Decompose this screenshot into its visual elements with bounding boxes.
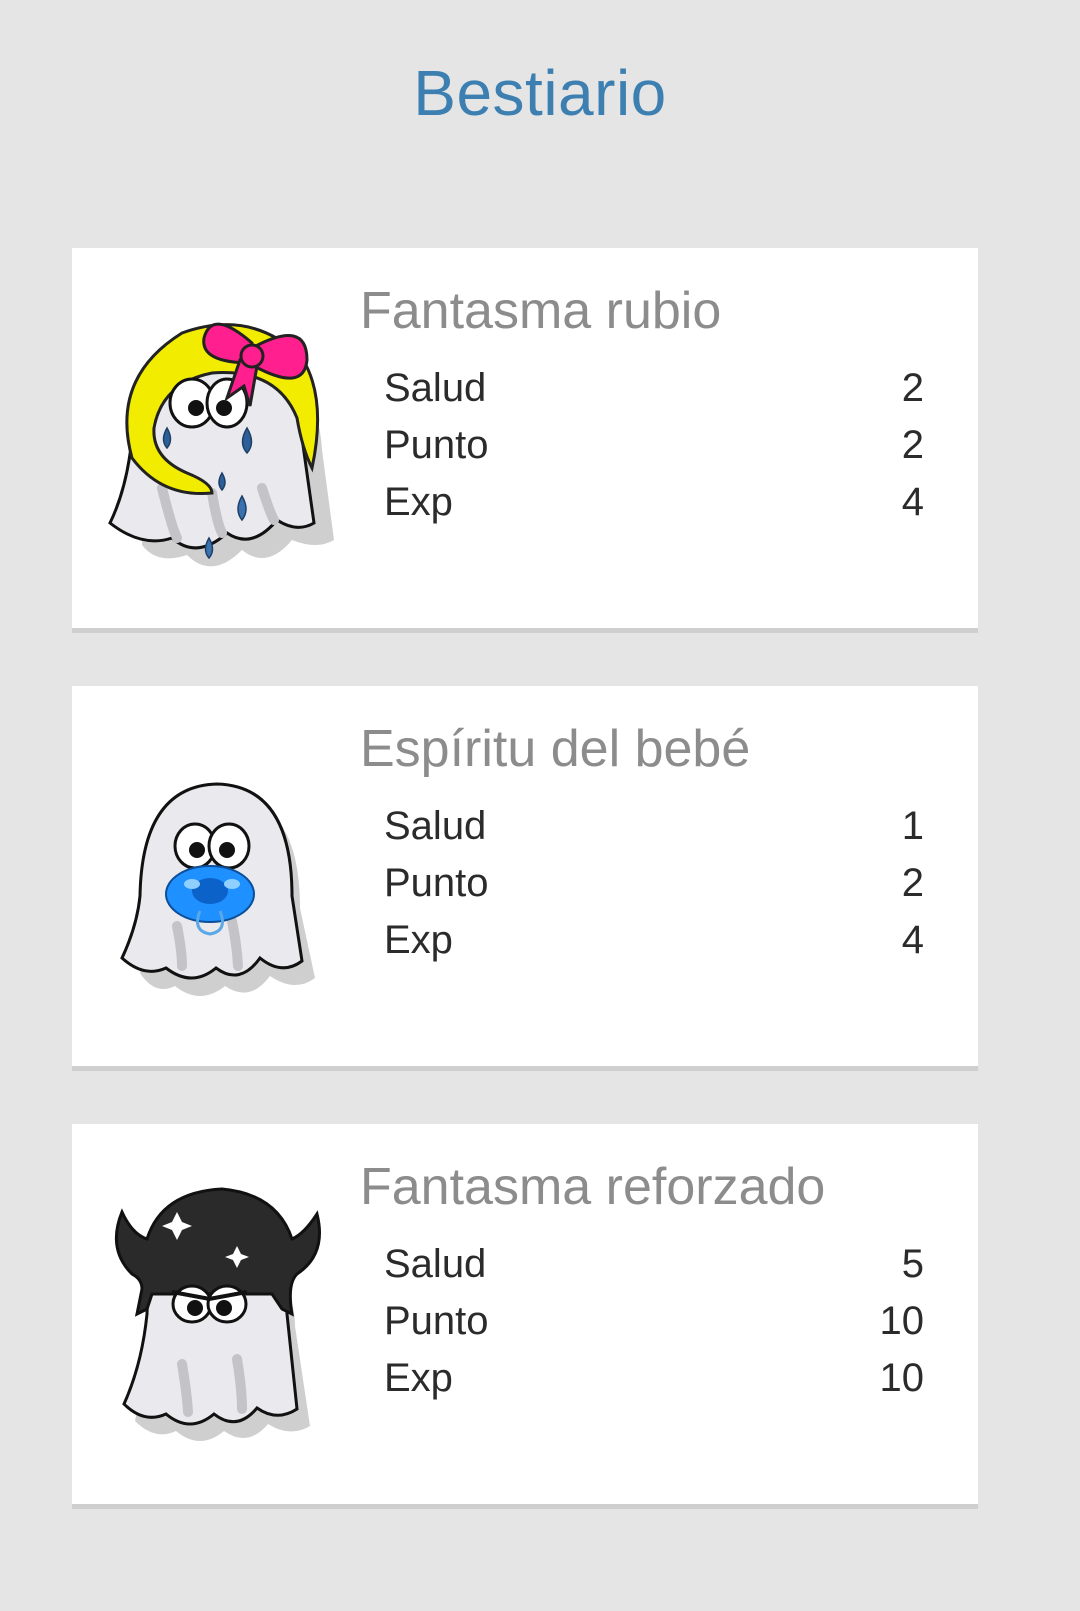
stat-row-salud: Salud 5 [384, 1236, 924, 1293]
stat-value: 5 [901, 1242, 924, 1286]
stat-label: Exp [384, 480, 453, 524]
monster-name: Fantasma reforzado [360, 1158, 826, 1216]
stat-label: Salud [384, 366, 487, 410]
stat-label: Exp [384, 918, 453, 962]
stat-value: 4 [901, 480, 924, 524]
stat-value: 2 [901, 366, 924, 410]
reinforced-ghost-icon [114, 1187, 321, 1441]
stat-value: 2 [901, 861, 924, 905]
page-title: Bestiario [413, 57, 667, 129]
stat-row-exp: Exp 10 [384, 1350, 924, 1407]
stat-value: 2 [901, 423, 924, 467]
stat-label: Punto [384, 861, 489, 905]
stat-row-salud: Salud 1 [384, 798, 924, 855]
monster-name: Fantasma rubio [360, 282, 722, 340]
stats-table: Salud 1 Punto 2 Exp 4 [384, 798, 924, 969]
stat-value: 10 [879, 1299, 925, 1343]
stat-label: Punto [384, 1299, 489, 1343]
stat-row-salud: Salud 2 [384, 360, 924, 417]
stat-label: Exp [384, 1356, 453, 1400]
blonde-ghost-icon [108, 322, 334, 567]
stat-row-punto: Punto 10 [384, 1293, 924, 1350]
stat-value: 4 [901, 918, 924, 962]
stat-label: Salud [384, 804, 487, 848]
stat-row-punto: Punto 2 [384, 855, 924, 912]
stat-value: 10 [879, 1356, 925, 1400]
stat-label: Salud [384, 1242, 487, 1286]
stat-label: Punto [384, 423, 489, 467]
monster-card-reinforced-ghost[interactable]: Fantasma reforzado Salud 5 Punto 10 Exp … [72, 1124, 978, 1509]
stat-row-exp: Exp 4 [384, 912, 924, 969]
monster-name: Espíritu del bebé [360, 720, 751, 778]
monster-card-blonde-ghost[interactable]: Fantasma rubio Salud 2 Punto 2 Exp 4 [72, 248, 978, 633]
stat-row-exp: Exp 4 [384, 474, 924, 531]
baby-ghost-icon [120, 782, 315, 996]
stat-value: 1 [901, 804, 924, 848]
stats-table: Salud 5 Punto 10 Exp 10 [384, 1236, 924, 1407]
stat-row-punto: Punto 2 [384, 417, 924, 474]
stats-table: Salud 2 Punto 2 Exp 4 [384, 360, 924, 531]
monster-card-baby-ghost[interactable]: Espíritu del bebé Salud 1 Punto 2 Exp 4 [72, 686, 978, 1071]
